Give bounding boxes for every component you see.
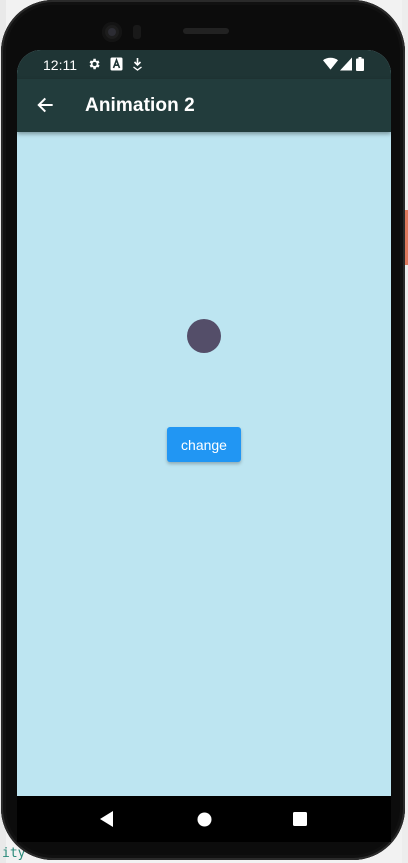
download-icon [133, 58, 142, 71]
stage: ity 12:11 Animation 2 change [0, 0, 408, 863]
change-button[interactable]: change [167, 427, 241, 462]
phone-frame: 12:11 Animation 2 change [1, 0, 405, 860]
nav-recents-button[interactable] [289, 808, 311, 830]
phone-screen: 12:11 Animation 2 change [17, 50, 391, 842]
proximity-sensor [133, 25, 141, 39]
arrow-left-icon [37, 97, 53, 113]
animated-circle [187, 319, 221, 353]
status-time: 12:11 [43, 57, 77, 73]
nav-back-icon [100, 811, 113, 827]
a-badge-icon [110, 57, 123, 71]
front-camera [102, 22, 122, 42]
gear-icon [89, 58, 100, 70]
signal-icon [340, 57, 352, 71]
wifi-icon [323, 57, 338, 70]
battery-icon [356, 57, 364, 71]
nav-back-button[interactable] [96, 808, 118, 830]
status-bar: 12:11 [17, 50, 391, 79]
nav-home-button[interactable] [193, 808, 215, 830]
earpiece-speaker [183, 28, 229, 34]
system-navigation-bar [17, 796, 391, 842]
nav-recents-icon [293, 812, 307, 826]
nav-home-icon [197, 812, 211, 826]
back-button[interactable] [27, 87, 63, 123]
animation-canvas: change [17, 132, 391, 796]
page-title: Animation 2 [85, 95, 195, 116]
app-bar: Animation 2 [17, 79, 391, 132]
